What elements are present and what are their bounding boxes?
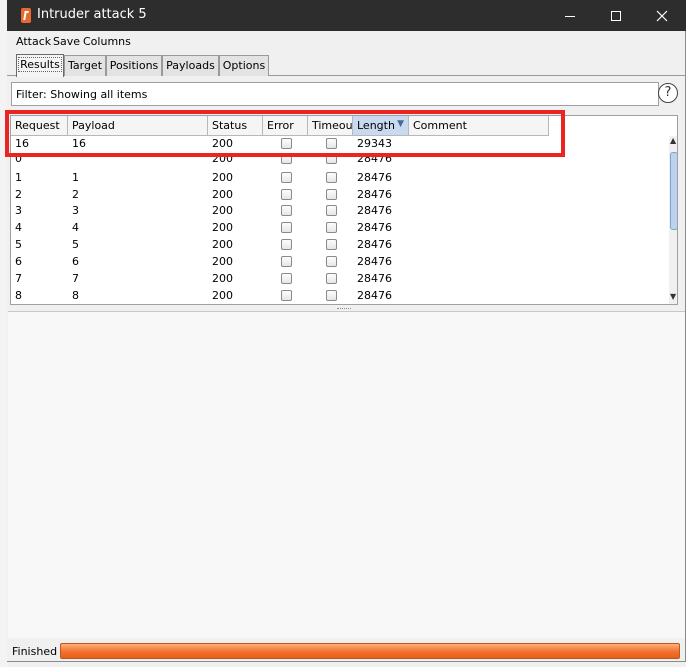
timeout-checkbox [326, 189, 337, 200]
timeout-checkbox [326, 256, 337, 267]
close-icon [656, 10, 668, 21]
menu-save[interactable]: Save [53, 35, 80, 48]
highlight-annotation [5, 110, 565, 157]
table-row[interactable]: 2 2 200 28476 [11, 186, 549, 203]
scroll-up-icon[interactable]: ▲ [670, 136, 676, 145]
tab-options[interactable]: Options [219, 55, 269, 76]
window-title: Intruder attack 5 [37, 7, 147, 22]
filter-text: Filter: Showing all items [16, 88, 148, 101]
error-checkbox [281, 273, 292, 284]
burp-app-icon [21, 8, 31, 23]
tab-bar: Results Target Positions Payloads Option… [7, 52, 686, 77]
scroll-down-icon[interactable]: ▼ [670, 292, 676, 301]
progress-bar [60, 643, 680, 659]
table-row[interactable]: 5 5 200 28476 [11, 236, 549, 253]
maximize-icon [611, 10, 621, 21]
maximize-button[interactable] [593, 0, 639, 31]
error-checkbox [281, 205, 292, 216]
tab-positions[interactable]: Positions [106, 55, 162, 76]
error-checkbox [281, 189, 292, 200]
timeout-checkbox [326, 172, 337, 183]
menu-columns[interactable]: Columns [83, 35, 131, 48]
help-icon[interactable]: ? [658, 83, 678, 103]
status-label: Finished [12, 645, 58, 658]
tab-target[interactable]: Target [64, 55, 106, 76]
error-checkbox [281, 290, 292, 301]
minimize-button[interactable] [547, 0, 593, 31]
title-bar[interactable]: Intruder attack 5 [7, 0, 686, 31]
table-row[interactable]: 7 7 200 28476 [11, 270, 549, 287]
table-row[interactable]: 6 6 200 28476 [11, 253, 549, 270]
error-checkbox [281, 222, 292, 233]
minimize-icon [565, 15, 575, 17]
table-row[interactable]: 3 3 200 28476 [11, 202, 549, 219]
table-scrollbar[interactable]: ▲ ▼ [669, 136, 677, 304]
timeout-checkbox [326, 273, 337, 284]
intruder-attack-window: Intruder attack 5 Attack Save Columns Re… [7, 0, 686, 662]
error-checkbox [281, 256, 292, 267]
error-checkbox [281, 239, 292, 250]
tab-results[interactable]: Results [16, 54, 64, 77]
menu-attack[interactable]: Attack [16, 35, 51, 48]
table-row[interactable]: 8 8 200 28476 [11, 287, 549, 304]
error-checkbox [281, 172, 292, 183]
timeout-checkbox [326, 239, 337, 250]
timeout-checkbox [326, 205, 337, 216]
scroll-thumb[interactable] [670, 152, 677, 230]
timeout-checkbox [326, 290, 337, 301]
filter-bar[interactable]: Filter: Showing all items [11, 82, 659, 106]
close-button[interactable] [639, 0, 685, 31]
tab-payloads[interactable]: Payloads [162, 55, 219, 76]
table-row[interactable]: 1 1 200 28476 [11, 169, 549, 186]
menu-bar: Attack Save Columns [7, 31, 686, 52]
detail-pane [8, 311, 685, 638]
table-row[interactable]: 4 4 200 28476 [11, 219, 549, 236]
timeout-checkbox [326, 222, 337, 233]
